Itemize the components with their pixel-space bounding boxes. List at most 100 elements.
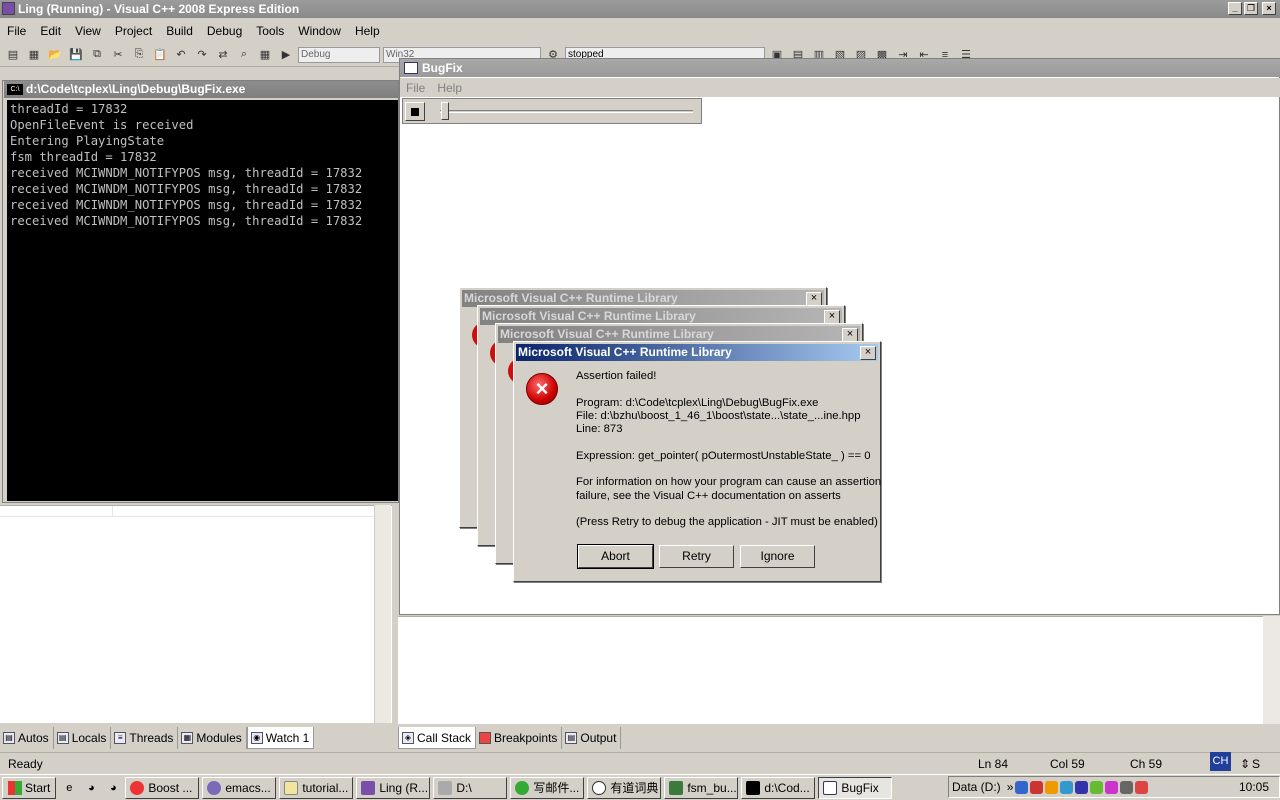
add-item-icon[interactable]: ▦ [25,46,43,64]
menu-tools[interactable]: Tools [249,20,291,42]
debug-tabs-left: ▤ Autos ▤ Locals ≡ Threads ▦ Modules ◉ Watch … [0,727,395,749]
config-combo[interactable]: Debug [298,46,380,63]
tray-antivirus-icon[interactable] [1030,780,1044,794]
watch-pane[interactable] [0,505,392,723]
call-stack-pane[interactable] [398,616,1263,724]
menu-view[interactable]: View [68,20,108,42]
minimize-button[interactable]: _ [1228,2,1242,15]
abort-button[interactable]: Abort [577,544,654,569]
start-label: Start [25,780,51,795]
dialog-title: Microsoft Visual C++ Runtime Library [516,344,878,361]
close-button[interactable]: × [1262,2,1276,15]
watch-icon: ◉ [250,731,263,744]
call-stack-icon: ◈ [402,731,414,744]
drive-icon [438,780,453,795]
console-output: threadId = 17832 OpenFileEvent is receiv… [7,100,398,501]
start-button[interactable]: Start [2,776,57,799]
ime-language-indicator[interactable]: CH [1210,752,1231,771]
tray-chat-icon[interactable] [1105,780,1119,794]
task-label: d:\Cod... [764,780,810,795]
find-icon[interactable]: ⌕ [235,46,253,64]
menu-build[interactable]: Build [159,20,200,42]
dialog-close-icon[interactable]: × [842,328,858,342]
tab-threads[interactable]: ≡ Threads [111,727,179,749]
dialog-close-icon[interactable]: × [860,346,876,360]
tray-network-icon[interactable] [1015,780,1029,794]
tab-call-stack[interactable]: ◈ Call Stack [398,727,477,749]
status-line: Ln 84 [978,757,1009,771]
clock[interactable]: 10:05 [1239,780,1269,794]
bugfix-menu-help[interactable]: Help [431,81,468,95]
retry-button[interactable]: Retry [659,545,734,568]
menu-debug[interactable]: Debug [200,20,249,42]
task-drive-d[interactable]: D:\ [433,776,508,799]
ie-icon[interactable]: e [60,779,78,797]
tab-locals[interactable]: ▤ Locals [53,727,112,749]
task-console[interactable]: d:\Cod... [741,776,816,799]
dialog-close-icon[interactable]: × [824,310,840,324]
dictionary-icon [592,780,607,795]
bugfix-menu-file[interactable]: File [400,81,431,95]
ignore-button[interactable]: Ignore [740,545,815,568]
tab-breakpoints[interactable]: Breakpoints [476,727,563,749]
task-tutorial[interactable]: tutorial... [279,776,354,799]
bugfix-window-icon [404,62,418,74]
paste-icon[interactable]: 📋 [151,46,169,64]
assertion-message: Assertion failed! Program: d:\Code\tcple… [576,370,882,529]
call-stack-scrollbar[interactable] [1263,616,1280,724]
bugfix-title-text: BugFix [422,61,463,75]
seek-thumb[interactable] [441,102,449,120]
tab-label: Watch 1 [265,730,310,745]
stop-button[interactable] [405,102,425,121]
tray-app-icon[interactable] [1090,780,1104,794]
tray-drive-label[interactable]: Data (D:) [952,780,1001,794]
threads-icon: ≡ [114,732,127,744]
menu-help[interactable]: Help [348,20,387,42]
tab-label: Breakpoints [494,731,558,745]
navigate-icon[interactable]: ⇄ [214,46,232,64]
menu-edit[interactable]: Edit [33,20,68,42]
undo-icon[interactable]: ↶ [172,46,190,64]
grid-icon[interactable]: ▦ [256,46,274,64]
save-icon[interactable]: 💾 [67,46,85,64]
tab-output[interactable]: ▤ Output [562,727,622,749]
task-youdao[interactable]: 有道词典 [587,776,662,799]
tab-modules[interactable]: ▦ Modules [178,727,247,749]
tab-label: Autos [18,731,49,745]
new-project-icon[interactable]: ▤ [4,46,22,64]
chrome-icon [515,780,530,795]
task-label: 有道词典 [610,781,659,795]
ime-mode[interactable]: S [1252,757,1260,771]
copy-icon[interactable]: ⎘ [130,46,148,64]
task-write-mail[interactable]: 写邮件... [510,776,585,799]
task-label: BugFix [841,780,879,795]
tab-watch-1[interactable]: ◉ Watch 1 [246,727,315,749]
cut-icon[interactable]: ✂ [109,46,127,64]
continue-icon[interactable]: ▶ [277,46,295,64]
task-ling[interactable]: Ling (R... [356,776,431,799]
menu-window[interactable]: Window [291,20,348,42]
task-emacs[interactable]: emacs... [202,776,277,799]
task-boost[interactable]: Boost ... [125,776,200,799]
ime-arrows-icon[interactable]: ⇕ [1240,757,1250,771]
tray-expand-icon[interactable]: » [1007,780,1014,794]
tray-audio-icon[interactable] [1075,780,1089,794]
tray-sync-icon[interactable] [1060,780,1074,794]
dialog-close-icon[interactable]: × [806,292,822,306]
open-file-icon[interactable]: 📂 [46,46,64,64]
tray-lock-icon[interactable] [1045,780,1059,794]
menu-file[interactable]: File [0,20,33,42]
tab-autos[interactable]: ▤ Autos [0,727,54,749]
redo-icon[interactable]: ↷ [193,46,211,64]
chrome-icon[interactable]: ◕ [82,779,100,797]
chrome-alt-icon[interactable]: ◕ [104,779,122,797]
task-fsm[interactable]: fsm_bu... [664,776,739,799]
watch-scrollbar[interactable] [374,505,391,723]
task-bugfix[interactable]: BugFix [818,776,893,799]
menu-project[interactable]: Project [108,20,159,42]
tray-update-icon[interactable] [1135,780,1149,794]
restore-button[interactable]: ❐ [1244,2,1258,15]
save-all-icon[interactable]: ⧉ [88,46,106,64]
tray-volume-icon[interactable] [1120,780,1134,794]
seek-track[interactable] [440,110,693,113]
